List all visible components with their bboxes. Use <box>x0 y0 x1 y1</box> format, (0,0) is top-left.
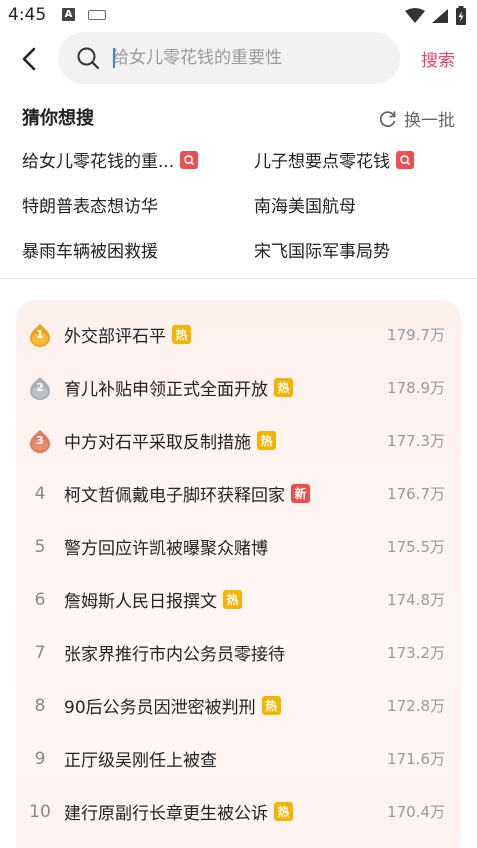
search-header: 搜索 <box>0 32 477 84</box>
hot-tag: 热 <box>261 696 281 715</box>
heat-value: 179.7万 <box>387 326 445 344</box>
rank-badge: 2 <box>16 376 64 400</box>
guess-item-label: 儿子想要点零花钱 <box>254 152 390 172</box>
status-bar: 4:45 A <box>0 0 477 32</box>
hot-title: 建行原副行长章更生被公诉 <box>64 804 268 824</box>
hot-list-row[interactable]: 8 90后公务员因泄密被判刑 热 172.8万 <box>16 679 461 732</box>
guess-item[interactable]: 儿子想要点零花钱 <box>254 147 414 172</box>
search-tag-icon <box>396 150 414 169</box>
search-icon <box>77 47 100 70</box>
guess-item[interactable]: 宋飞国际军事局势 <box>254 237 390 262</box>
heat-value: 173.2万 <box>387 644 445 662</box>
hot-list-row[interactable]: 2 育儿补贴申领正式全面开放 热 178.9万 <box>16 361 461 414</box>
hot-list-row[interactable]: 9 正厅级吴刚任上被查 171.6万 <box>16 732 461 785</box>
status-time: 4:45 <box>8 5 47 25</box>
rank-number: 9 <box>34 748 46 769</box>
search-button[interactable]: 搜索 <box>421 46 455 71</box>
refresh-button[interactable]: 换一批 <box>378 106 455 131</box>
guess-item[interactable]: 南海美国航母 <box>254 192 356 217</box>
section-divider <box>0 278 477 279</box>
hot-list-card: 1 外交部评石平 热 179.7万 2 育儿补贴申领正式全面开放 热 178.9… <box>16 300 461 848</box>
gold-medal-icon: 1 <box>29 323 51 347</box>
hot-list-row[interactable]: 6 詹姆斯人民日报撰文 热 174.8万 <box>16 573 461 626</box>
rank-number: 6 <box>34 589 46 610</box>
bronze-medal-icon: 3 <box>29 429 51 453</box>
search-box[interactable] <box>58 32 400 84</box>
heat-value: 170.4万 <box>387 803 445 821</box>
new-tag: 新 <box>291 484 310 503</box>
heat-value: 178.9万 <box>387 379 445 397</box>
rank-badge: 1 <box>16 323 64 347</box>
guess-item-label: 宋飞国际军事局势 <box>254 242 390 262</box>
notification-a-icon: A <box>62 8 75 21</box>
guess-item[interactable]: 给女儿零花钱的重... <box>22 147 199 172</box>
hot-tag: 热 <box>274 802 293 821</box>
rank-badge: 3 <box>16 429 64 453</box>
hot-title: 詹姆斯人民日报撰文 <box>64 592 217 612</box>
hot-list-row[interactable]: 10 建行原副行长章更生被公诉 热 170.4万 <box>16 785 461 838</box>
hot-list-row[interactable]: 3 中方对石平采取反制措施 热 177.3万 <box>16 414 461 467</box>
silver-medal-icon: 2 <box>29 376 51 400</box>
text-cursor <box>113 48 115 68</box>
signal-icon <box>432 9 448 23</box>
search-tag-icon <box>180 150 199 169</box>
refresh-label: 换一批 <box>404 111 455 131</box>
back-button[interactable] <box>14 44 44 74</box>
hot-title: 外交部评石平 <box>64 327 166 347</box>
rank-number: 5 <box>34 536 46 557</box>
rank-number: 8 <box>34 695 46 716</box>
guess-item-label: 给女儿零花钱的重... <box>22 152 175 172</box>
hot-list-row[interactable]: 1 外交部评石平 热 179.7万 <box>16 308 461 361</box>
heat-value: 171.6万 <box>387 750 445 768</box>
hot-tag: 热 <box>172 325 191 344</box>
hot-title: 中方对石平采取反制措施 <box>64 433 251 453</box>
guess-item-label: 南海美国航母 <box>254 197 356 217</box>
heat-value: 176.7万 <box>387 485 445 503</box>
guess-section-title: 猜你想搜 <box>22 108 94 129</box>
rank-number: 7 <box>34 642 46 663</box>
hot-title: 正厅级吴刚任上被查 <box>64 751 217 771</box>
heat-value: 177.3万 <box>387 432 445 450</box>
hot-tag: 热 <box>274 378 293 397</box>
hot-tag: 热 <box>223 590 242 609</box>
heat-value: 175.5万 <box>387 538 445 556</box>
hot-title: 90后公务员因泄密被判刑 <box>64 698 256 718</box>
hot-title: 柯文哲佩戴电子脚环获释回家 <box>64 486 285 506</box>
hot-list-row[interactable]: 4 柯文哲佩戴电子脚环获释回家 新 176.7万 <box>16 467 461 520</box>
hot-tag: 热 <box>257 431 276 450</box>
back-arrow-icon <box>22 47 36 71</box>
guess-item-label: 暴雨车辆被困救援 <box>22 242 158 262</box>
guess-item[interactable]: 暴雨车辆被困救援 <box>22 237 158 262</box>
hot-title: 警方回应许凯被曝聚众赌博 <box>64 539 268 559</box>
heat-value: 174.8万 <box>387 591 445 609</box>
hot-title: 张家界推行市内公务员零接待 <box>64 645 285 665</box>
guess-item-label: 特朗普表态想访华 <box>22 197 158 217</box>
keyboard-icon <box>88 10 106 20</box>
hot-title: 育儿补贴申领正式全面开放 <box>64 380 268 400</box>
refresh-icon <box>379 110 396 127</box>
rank-number: 10 <box>29 801 51 822</box>
status-icons <box>405 5 467 27</box>
heat-value: 172.8万 <box>387 697 445 715</box>
search-input[interactable] <box>112 48 382 68</box>
guess-item[interactable]: 特朗普表态想访华 <box>22 192 158 217</box>
hot-list-row[interactable]: 7 张家界推行市内公务员零接待 173.2万 <box>16 626 461 679</box>
wifi-icon <box>405 8 425 23</box>
rank-number: 4 <box>34 483 46 504</box>
battery-icon <box>456 6 466 25</box>
hot-list-row[interactable]: 5 警方回应许凯被曝聚众赌博 175.5万 <box>16 520 461 573</box>
